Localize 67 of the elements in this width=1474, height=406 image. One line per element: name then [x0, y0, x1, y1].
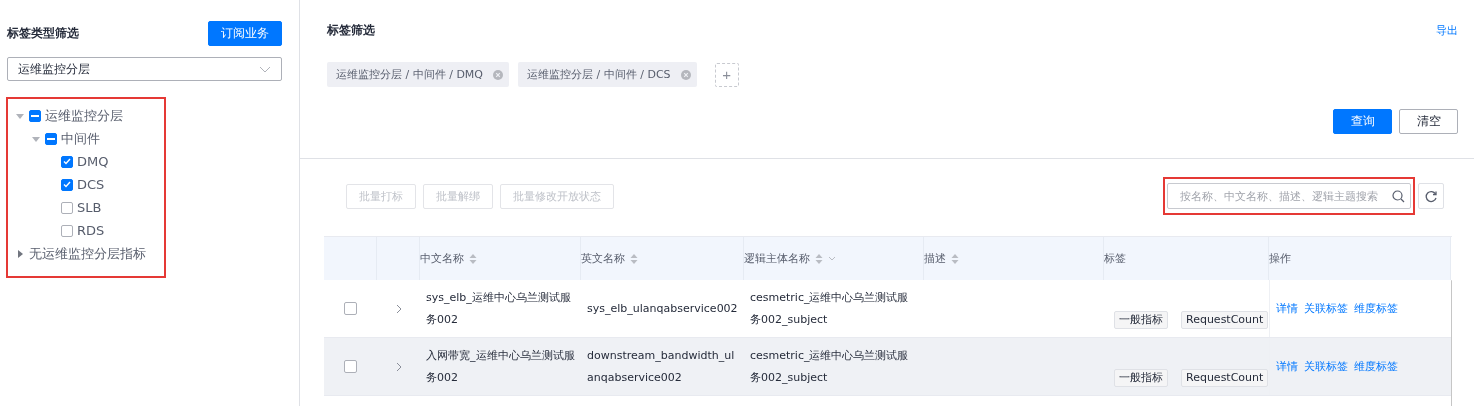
tree-label[interactable]: DMQ: [77, 154, 109, 169]
check-icon: [63, 158, 71, 165]
action-link[interactable]: 关联标签: [1304, 297, 1348, 320]
partial-checkbox[interactable]: [29, 109, 41, 122]
filter-tag[interactable]: 运维监控分层 / 中间件 / DCS: [518, 62, 697, 87]
checkbox[interactable]: [61, 201, 73, 214]
tree-label[interactable]: SLB: [77, 200, 102, 215]
column-header[interactable]: 操作: [1269, 251, 1291, 266]
close-icon[interactable]: [493, 69, 504, 80]
column-header[interactable]: 标签: [1104, 251, 1126, 266]
tree-label[interactable]: 运维监控分层: [45, 106, 123, 125]
tree-label[interactable]: DCS: [77, 177, 105, 192]
table-cell-text: cesmetric_运维中心乌兰测试服务002_subject: [750, 289, 910, 328]
table-row[interactable]: 入网带宽_运维中心乌兰测试服务002 downstream_bandwidth_ulanqabservice002 cesmetric_运维中心乌兰测试服务002_subject 一般指标 RequestCount 详情 关联标签 维度标签: [324, 338, 1451, 396]
dash-icon: [31, 114, 39, 117]
action-link[interactable]: 维度标签: [1354, 355, 1398, 378]
table-cell-text: sys_elb_ulanqabservice002: [587, 300, 738, 317]
action-link[interactable]: 详情: [1276, 297, 1298, 320]
close-icon[interactable]: [680, 69, 691, 80]
refresh-button[interactable]: [1418, 183, 1444, 209]
row-checkbox[interactable]: [344, 360, 357, 373]
action-link[interactable]: 关联标签: [1304, 355, 1348, 378]
query-button[interactable]: 查询: [1333, 109, 1392, 134]
table-cell-text: sys_elb_运维中心乌兰测试服务002: [426, 289, 572, 328]
column-header[interactable]: 逻辑主体名称: [744, 251, 836, 266]
type-select[interactable]: 运维监控分层: [7, 57, 282, 81]
scrollbar[interactable]: [1451, 280, 1452, 406]
tree-label[interactable]: 中间件: [61, 129, 100, 148]
sort-icon[interactable]: [815, 252, 823, 265]
chevron-down-icon: [259, 65, 271, 73]
check-icon: [63, 181, 71, 188]
checkbox[interactable]: [61, 178, 73, 191]
tag-chip: RequestCount: [1181, 369, 1269, 387]
search-field[interactable]: 按名称、中文名称、描述、逻辑主题搜索: [1167, 183, 1411, 209]
action-link[interactable]: 维度标签: [1354, 297, 1398, 320]
export-link[interactable]: 导出: [1436, 23, 1458, 38]
table-cell-text: 入网带宽_运维中心乌兰测试服务002: [426, 347, 575, 386]
column-header[interactable]: 描述: [924, 251, 959, 266]
sort-icon[interactable]: [951, 252, 959, 265]
caret-icon[interactable]: [15, 248, 25, 259]
table-cell-text: cesmetric_运维中心乌兰测试服务002_subject: [750, 347, 910, 386]
refresh-icon: [1424, 189, 1438, 203]
column-header[interactable]: 中文名称: [420, 251, 477, 266]
table-cell-text: downstream_bandwidth_ulanqabservice002: [587, 347, 736, 386]
clear-button[interactable]: 清空: [1399, 109, 1458, 134]
tag-chip: RequestCount: [1181, 311, 1269, 329]
expand-chevron-icon[interactable]: [395, 303, 402, 314]
search-icon[interactable]: [1392, 189, 1405, 203]
tag-chip: 一般指标: [1114, 369, 1168, 387]
tree-label[interactable]: 无运维监控分层指标: [29, 244, 146, 263]
panel-title: 标签类型筛选: [7, 25, 79, 42]
row-checkbox[interactable]: [344, 302, 357, 315]
tree-label[interactable]: RDS: [77, 223, 105, 238]
section-title: 标签筛选: [327, 22, 375, 39]
sort-icon[interactable]: [630, 252, 638, 265]
checkbox[interactable]: [61, 224, 73, 237]
sort-icon[interactable]: [469, 252, 477, 265]
subscribe-button[interactable]: 订阅业务: [208, 21, 282, 46]
dash-icon: [47, 137, 55, 140]
column-header[interactable]: 英文名称: [581, 251, 638, 266]
filter-tag[interactable]: 运维监控分层 / 中间件 / DMQ: [327, 62, 510, 87]
partial-checkbox[interactable]: [45, 132, 57, 145]
tag-chip: 一般指标: [1114, 311, 1168, 329]
expand-chevron-icon[interactable]: [395, 361, 402, 372]
chevron-down-icon[interactable]: [828, 256, 836, 261]
action-link[interactable]: 详情: [1276, 355, 1298, 378]
checkbox[interactable]: [61, 155, 73, 168]
